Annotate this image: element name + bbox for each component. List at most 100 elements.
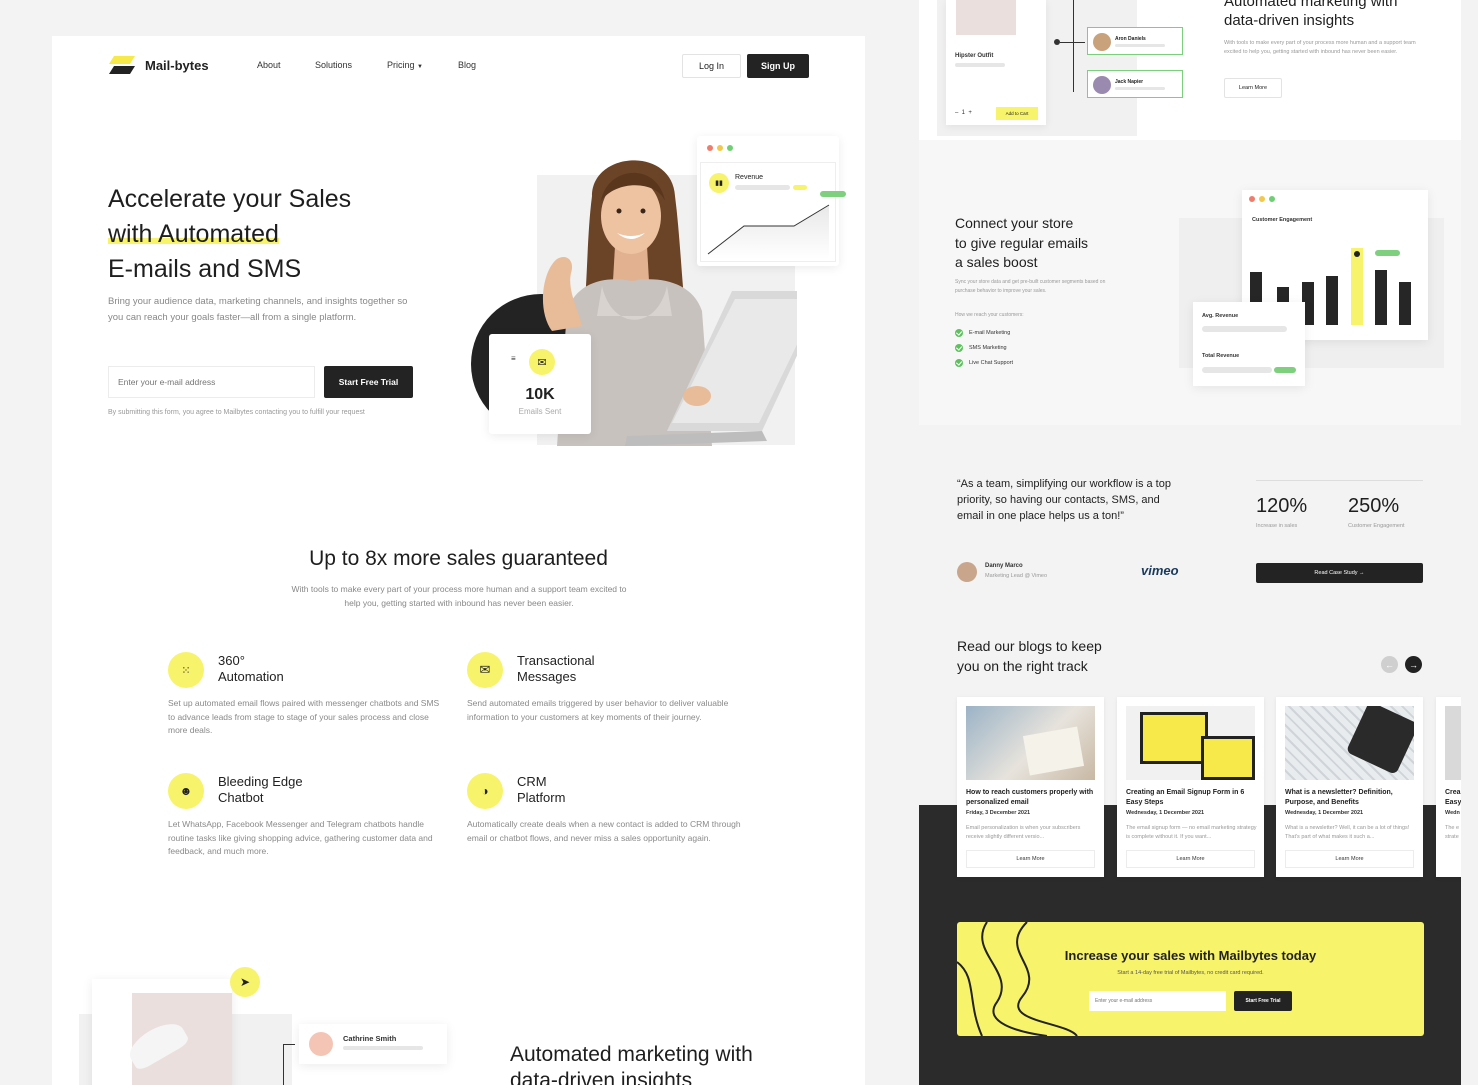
blog-learn-more-button[interactable]: Learn More: [1126, 850, 1255, 868]
avatar: [1093, 76, 1111, 94]
channel-item: E-mail Marketing: [955, 326, 1013, 341]
placeholder-green: [1375, 250, 1400, 256]
quantity-stepper[interactable]: – 1 +: [955, 110, 972, 116]
quantity-value: 1: [961, 110, 966, 116]
store-title: Connect your store to give regular email…: [955, 214, 1088, 273]
blog-card[interactable]: What is a newsletter? Definition, Purpos…: [1276, 697, 1423, 877]
revenue-inner: ▮▮ Revenue: [700, 162, 846, 262]
check-icon: [955, 328, 963, 337]
automated-title-right: Automated marketing with data-driven ins…: [1224, 0, 1397, 30]
blog-thumbnail: [1126, 706, 1255, 780]
carousel-prev-button[interactable]: ←: [1381, 656, 1398, 673]
add-to-cart-button[interactable]: Add to Cart: [996, 107, 1038, 120]
engagement-label: Customer Engagement: [1252, 217, 1313, 223]
blog-card[interactable]: How to reach customers properly with per…: [957, 697, 1104, 877]
cta-email-input[interactable]: [1089, 991, 1226, 1011]
feature-title-line2: Messages: [517, 669, 577, 684]
connector-line: [283, 1044, 295, 1085]
feature-title-line2: Platform: [517, 790, 566, 805]
placeholder-bar: [1115, 87, 1165, 90]
revenue-label: Revenue: [735, 174, 764, 181]
blog-title: How to reach customers properly with per…: [966, 789, 1094, 806]
speed-lines: ≡: [511, 354, 516, 363]
reach-label: How we reach your customers:: [955, 312, 1024, 318]
logo[interactable]: Mail-bytes: [108, 54, 209, 76]
blog-title: What is a newsletter? Definition, Purpos…: [1285, 789, 1393, 806]
blog-excerpt: The e strate: [1445, 825, 1460, 840]
landing-page-left: Mail-bytes About Solutions Pricing ▼ Blo…: [52, 36, 865, 1085]
blog-learn-more-button[interactable]: Learn More: [1285, 850, 1414, 868]
feature-title-line2: Chatbot: [218, 790, 264, 805]
nav-solutions[interactable]: Solutions: [315, 60, 387, 70]
dot-yellow: [717, 145, 723, 151]
bar: [1399, 282, 1411, 325]
revenue-card: ▮▮ Revenue: [697, 136, 846, 266]
contact-card-jack: Jack Napier: [1087, 70, 1183, 98]
feature-title-line2: Automation: [218, 669, 284, 684]
contact-name: Jack Napier: [1115, 79, 1144, 85]
landing-page-right: Hipster Outfit – 1 + Add to Cart Aron Da…: [919, 0, 1461, 1085]
stat2-value: 250%: [1348, 495, 1400, 517]
dot-yellow: [1259, 196, 1265, 202]
hero-title-line3: E-mails and SMS: [108, 255, 302, 283]
signup-button[interactable]: Sign Up: [747, 54, 809, 78]
login-button[interactable]: Log In: [682, 54, 741, 78]
product-name: Hipster Outfit: [955, 53, 994, 59]
placeholder-green: [820, 191, 846, 197]
read-case-study-button[interactable]: Read Case Study →: [1256, 563, 1423, 583]
bar-highlight: [1351, 248, 1363, 325]
blogs-title: Read our blogs to keep you on the right …: [957, 636, 1102, 676]
placeholder-bar: [1202, 326, 1287, 332]
hero-title-line2: with Automated: [108, 220, 279, 248]
blog-excerpt: The email signup form — no email marketi…: [1126, 825, 1257, 840]
hero-email-input[interactable]: [108, 366, 315, 398]
chatbot-icon: ☻: [168, 773, 204, 809]
blog-thumbnail: [1445, 706, 1461, 780]
bar-chart-icon: ▮▮: [709, 173, 729, 193]
stat1-value: 120%: [1256, 495, 1308, 517]
product-image: [956, 0, 1016, 35]
blog-card-partial[interactable]: Crea Easy Wedn The e strate: [1436, 697, 1461, 877]
window-dots: [707, 145, 737, 151]
placeholder-yellow: [793, 185, 807, 190]
bar: [1375, 270, 1387, 325]
testimonial-quote: “As a team, simplifying our workflow is …: [957, 478, 1171, 522]
stat-value: 10K: [525, 386, 555, 403]
start-free-trial-button[interactable]: Start Free Trial: [324, 366, 413, 398]
store-description: Sync your store data and get pre-built c…: [955, 279, 1106, 294]
main-nav: About Solutions Pricing ▼ Blog: [257, 60, 476, 70]
feature-title: CRM Platform: [517, 774, 565, 806]
window-dots: [1249, 196, 1279, 202]
learn-more-button[interactable]: Learn More: [1224, 78, 1282, 98]
nav-about[interactable]: About: [257, 60, 315, 70]
stat2-label: Customer Engagement: [1348, 523, 1405, 529]
placeholder-bar: [343, 1046, 423, 1050]
feature-text: Set up automated email flows paired with…: [168, 698, 440, 735]
hero-description: Bring your audience data, marketing chan…: [108, 296, 408, 323]
channel-list: E-mail Marketing SMS Marketing Live Chat…: [955, 326, 1013, 371]
blog-date: Wednesday, 1 December 2021: [1126, 810, 1205, 816]
feature-text: Automatically create deals when a new co…: [467, 819, 741, 843]
placeholder-bar: [735, 185, 790, 190]
channel-label: E-mail Marketing: [969, 330, 1011, 336]
nav-pricing[interactable]: Pricing ▼: [387, 60, 458, 70]
carousel-next-button[interactable]: →: [1405, 656, 1422, 673]
blog-excerpt: Email personalization is when your subsc…: [966, 825, 1081, 840]
logo-icon: [109, 56, 135, 74]
blog-card[interactable]: Creating an Email Signup Form in 6 Easy …: [1117, 697, 1264, 877]
crm-icon: ◑: [467, 773, 503, 809]
blog-title: Crea Easy: [1445, 789, 1461, 806]
automated-title-left: Automated marketing with data-driven ins…: [510, 1042, 753, 1085]
feature-title: 360° Automation: [218, 653, 284, 685]
blog-thumbnail: [1285, 706, 1414, 780]
blogs-title-line2: you on the right track: [957, 658, 1088, 674]
nav-blog[interactable]: Blog: [458, 60, 476, 70]
blog-date: Wednesday, 1 December 2021: [1285, 810, 1364, 816]
notebook-shape: [1022, 726, 1085, 776]
emails-sent-card: ✉ ≡ 10K Emails Sent: [489, 334, 591, 434]
vimeo-logo: vimeo: [1141, 563, 1179, 578]
cta-start-trial-button[interactable]: Start Free Trial: [1234, 991, 1292, 1011]
product-card: [92, 979, 232, 1085]
blog-learn-more-button[interactable]: Learn More: [966, 850, 1095, 868]
cta-subtitle: Start a 14-day free trial of Mailbytes, …: [1117, 970, 1264, 976]
